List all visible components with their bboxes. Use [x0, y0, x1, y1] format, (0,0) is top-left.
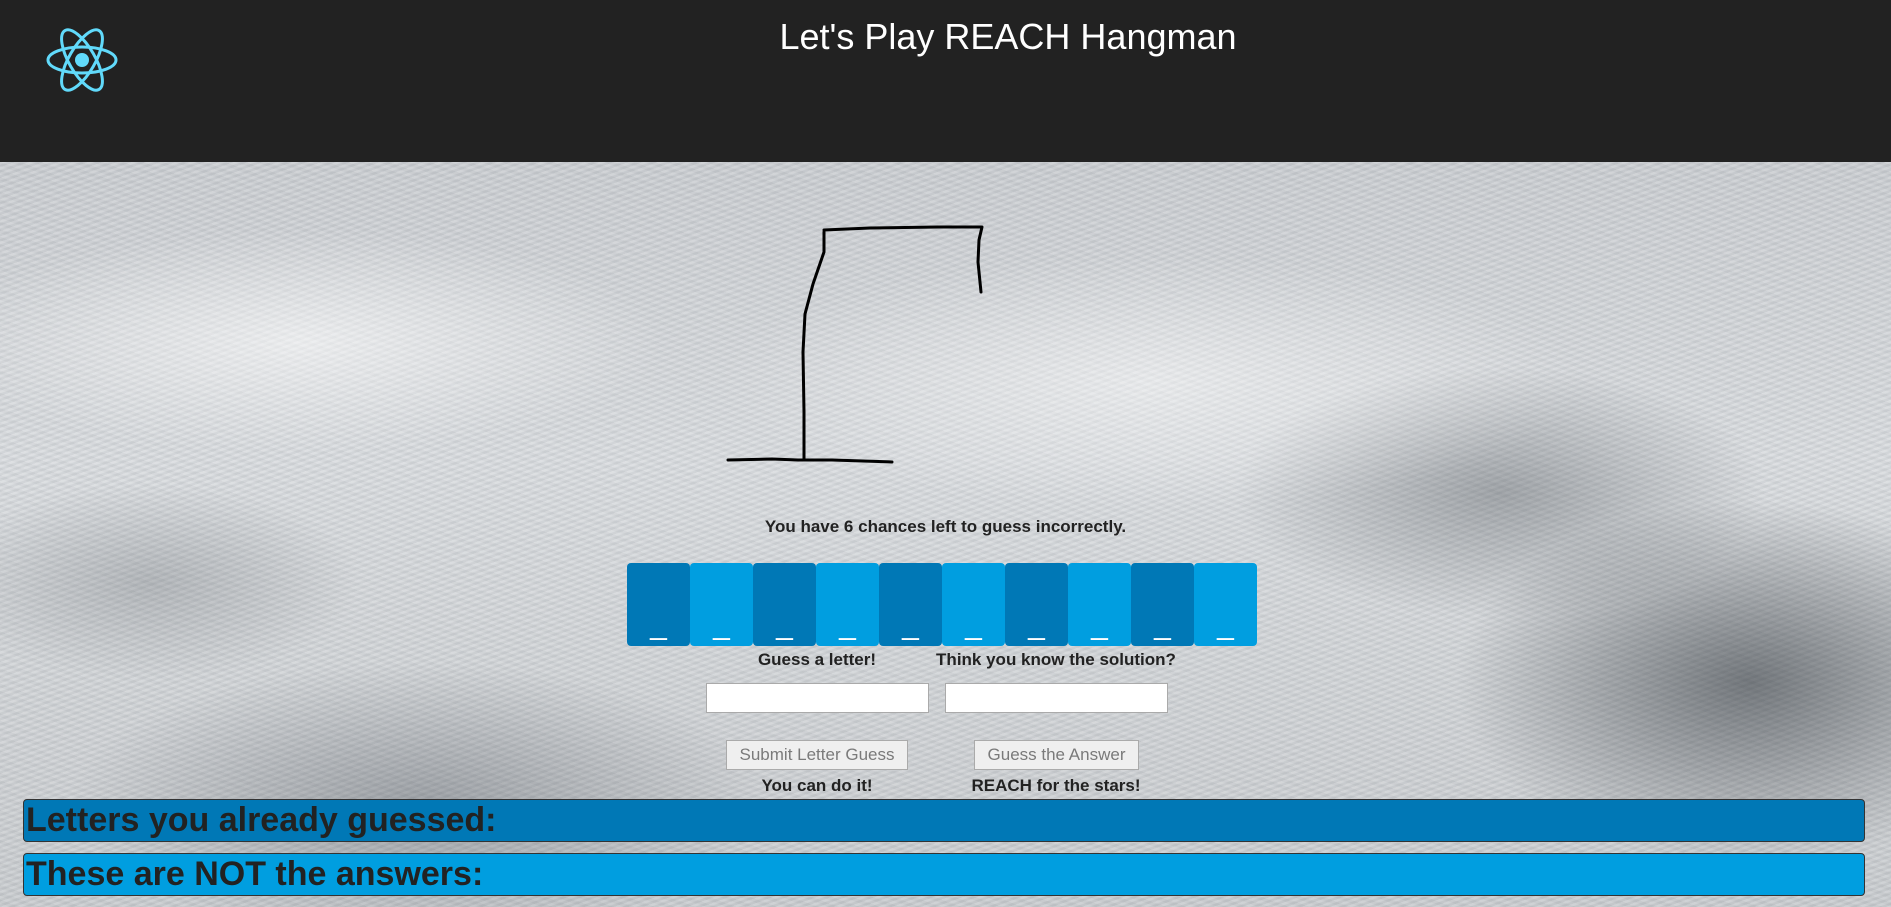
- answer-guess-input[interactable]: [945, 683, 1168, 713]
- letter-encouragement-text: You can do it!: [761, 776, 873, 795]
- letter-tile: _: [627, 563, 690, 646]
- submit-letter-guess-button[interactable]: Submit Letter Guess: [726, 740, 908, 770]
- letter-guess-input[interactable]: [706, 683, 929, 713]
- letter-tile: _: [753, 563, 816, 646]
- hangman-gallows-drawing: [726, 225, 984, 464]
- not-answers-label: These are NOT the answers:: [26, 855, 484, 893]
- answer-encouragement-text: REACH for the stars!: [971, 776, 1141, 795]
- letter-tile: _: [1194, 563, 1257, 646]
- guessed-letters-panel: Letters you already guessed:: [23, 799, 1865, 842]
- letter-tile: _: [1131, 563, 1194, 646]
- app-header: Let's Play REACH Hangman: [0, 0, 1891, 162]
- letter-tile: _: [1068, 563, 1131, 646]
- letter-guess-label: Guess a letter!: [757, 650, 877, 669]
- letter-tile: _: [816, 563, 879, 646]
- guessed-letters-label: Letters you already guessed:: [26, 801, 497, 839]
- chances-remaining-text: You have 6 chances left to guess incorre…: [764, 517, 1127, 536]
- guess-answer-button[interactable]: Guess the Answer: [974, 740, 1139, 770]
- letter-tile: _: [1005, 563, 1068, 646]
- letter-tile: _: [690, 563, 753, 646]
- word-tiles: _ _ _ _ _ _ _ _ _ _: [627, 563, 1257, 646]
- letter-tile: _: [879, 563, 942, 646]
- not-answers-panel: These are NOT the answers:: [23, 853, 1865, 896]
- letter-tile: _: [942, 563, 1005, 646]
- answer-guess-label: Think you know the solution?: [936, 650, 1176, 669]
- page-title: Let's Play REACH Hangman: [779, 16, 1237, 57]
